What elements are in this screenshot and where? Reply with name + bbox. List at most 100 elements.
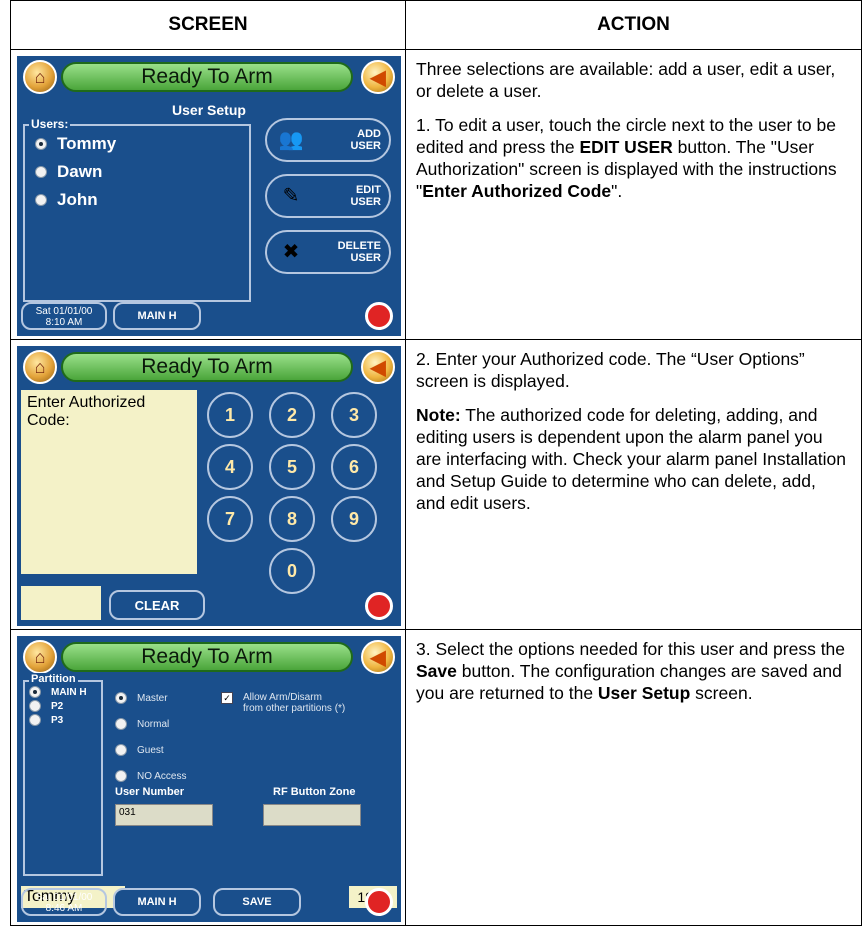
key-9[interactable]: 9 — [331, 496, 377, 542]
button-label-2: USER — [350, 252, 381, 264]
home-icon[interactable]: ⌂ — [23, 350, 57, 384]
clear-button[interactable]: CLEAR — [109, 590, 205, 620]
delete-user-button[interactable]: ✖ DELETE USER — [265, 230, 391, 274]
table-row: ⌂ Ready To Arm ◀ Enter Authorized Code: … — [10, 339, 862, 630]
radio-selected-icon[interactable] — [35, 138, 47, 150]
user-name: John — [57, 190, 98, 209]
button-label-1: EDIT — [355, 184, 381, 196]
back-arrow-icon[interactable]: ◀ — [361, 350, 395, 384]
access-master[interactable]: Master — [115, 692, 168, 704]
edit-user-icon: ✎ — [282, 185, 300, 207]
table-row: ⌂ Ready To Arm ◀ User Setup Users: Tommy… — [10, 49, 862, 340]
key-4[interactable]: 4 — [207, 444, 253, 490]
delete-user-icon: ✖ — [282, 241, 300, 263]
back-arrow-icon[interactable]: ◀ — [361, 640, 395, 674]
radio-icon[interactable] — [29, 714, 41, 726]
add-user-icon: 👥 — [278, 129, 304, 151]
status-banner: Ready To Arm — [61, 352, 353, 382]
top-bar: ⌂ Ready To Arm ◀ — [21, 60, 397, 94]
radio-icon[interactable] — [35, 194, 47, 206]
save-button[interactable]: SAVE — [213, 888, 301, 916]
table-row: ⌂ Ready To Arm ◀ Partition MAIN H P2 P3 … — [10, 629, 862, 926]
partition-button[interactable]: MAIN H — [113, 888, 201, 916]
partition-option[interactable]: P2 — [29, 700, 63, 712]
radio-icon[interactable] — [115, 718, 127, 730]
authorization-screen: ⌂ Ready To Arm ◀ Enter Authorized Code: … — [17, 346, 401, 626]
back-arrow-icon[interactable]: ◀ — [361, 60, 395, 94]
date-time-button[interactable]: Sat 01/01/00 8:10 AM — [21, 302, 107, 330]
partition-option[interactable]: MAIN H — [29, 686, 87, 698]
instruction-table: SCREEN ACTION ⌂ Ready To Arm ◀ User Setu… — [10, 0, 862, 926]
user-setup-screen: ⌂ Ready To Arm ◀ User Setup Users: Tommy… — [17, 56, 401, 336]
action-text: Three selections are available: add a us… — [416, 59, 836, 101]
partition-group: Partition MAIN H P2 P3 — [23, 673, 103, 876]
user-item-john[interactable]: John — [35, 190, 98, 210]
access-normal[interactable]: Normal — [115, 718, 169, 730]
action-text: 2. Enter your Authorized code. The “User… — [416, 349, 805, 391]
action-cell: 2. Enter your Authorized code. The “User… — [405, 339, 862, 630]
user-item-tommy[interactable]: Tommy — [35, 134, 116, 154]
panic-icon[interactable] — [365, 592, 393, 620]
home-icon[interactable]: ⌂ — [23, 640, 57, 674]
rf-button-zone-label: RF Button Zone — [273, 786, 356, 798]
button-label-2: USER — [350, 140, 381, 152]
button-label-1: ADD — [357, 128, 381, 140]
button-label-2: USER — [350, 196, 381, 208]
screen-title: User Setup — [172, 102, 246, 118]
action-cell: Three selections are available: add a us… — [405, 49, 862, 340]
status-banner: Ready To Arm — [61, 62, 353, 92]
action-cell: 3. Select the options needed for this us… — [405, 629, 862, 926]
screen-cell: ⌂ Ready To Arm ◀ Partition MAIN H P2 P3 … — [10, 629, 406, 926]
add-user-button[interactable]: 👥 ADD USER — [265, 118, 391, 162]
key-8[interactable]: 8 — [269, 496, 315, 542]
access-guest[interactable]: Guest — [115, 744, 164, 756]
screen-cell: ⌂ Ready To Arm ◀ Enter Authorized Code: … — [10, 339, 406, 630]
user-number-field[interactable]: 031 — [115, 804, 213, 826]
time-text: 8:46 AM — [45, 903, 83, 914]
user-number-label: User Number — [115, 786, 185, 798]
key-3[interactable]: 3 — [331, 392, 377, 438]
code-entry-field[interactable] — [21, 586, 101, 620]
top-bar: ⌂ Ready To Arm ◀ — [21, 640, 397, 674]
action-text: 1. To edit a user, touch the circle next… — [416, 115, 837, 201]
access-no-access[interactable]: NO Access — [115, 770, 186, 782]
panic-icon[interactable] — [365, 302, 393, 330]
action-text: 3. Select the options needed for this us… — [416, 639, 846, 703]
rf-button-zone-field[interactable] — [263, 804, 361, 826]
radio-icon[interactable] — [29, 700, 41, 712]
checkbox-checked-icon[interactable]: ✓ — [221, 692, 233, 704]
radio-icon[interactable] — [35, 166, 47, 178]
radio-icon[interactable] — [115, 770, 127, 782]
panic-icon[interactable] — [365, 888, 393, 916]
edit-user-button[interactable]: ✎ EDIT USER — [265, 174, 391, 218]
user-name: Tommy — [57, 134, 117, 153]
radio-selected-icon[interactable] — [29, 686, 41, 698]
home-icon[interactable]: ⌂ — [23, 60, 57, 94]
key-0[interactable]: 0 — [269, 548, 315, 594]
key-6[interactable]: 6 — [331, 444, 377, 490]
partition-option[interactable]: P3 — [29, 714, 63, 726]
partition-button[interactable]: MAIN H — [113, 302, 201, 330]
allow-arm-disarm-option[interactable]: ✓ Allow Arm/Disarm from other partitions (… — [221, 692, 345, 714]
instruction-table-page: SCREEN ACTION ⌂ Ready To Arm ◀ User Setu… — [10, 0, 862, 927]
code-prompt: Enter Authorized Code: — [21, 390, 197, 574]
key-5[interactable]: 5 — [269, 444, 315, 490]
key-2[interactable]: 2 — [269, 392, 315, 438]
radio-icon[interactable] — [115, 744, 127, 756]
key-1[interactable]: 1 — [207, 392, 253, 438]
note-text: Note: The authorized code for deleting, … — [416, 405, 846, 513]
date-time-button[interactable]: Sat 01/01/00 8:46 AM — [21, 888, 107, 916]
radio-selected-icon[interactable] — [115, 692, 127, 704]
time-text: 8:10 AM — [45, 317, 83, 328]
table-header-row: SCREEN ACTION — [10, 0, 862, 50]
date-text: Sat 01/01/00 — [35, 306, 93, 317]
header-action: ACTION — [405, 0, 862, 50]
user-options-screen: ⌂ Ready To Arm ◀ Partition MAIN H P2 P3 … — [17, 636, 401, 922]
button-label-1: DELETE — [337, 240, 381, 252]
screen-cell: ⌂ Ready To Arm ◀ User Setup Users: Tommy… — [10, 49, 406, 340]
date-text: Sat 01/01/00 — [35, 892, 93, 903]
key-7[interactable]: 7 — [207, 496, 253, 542]
user-item-dawn[interactable]: Dawn — [35, 162, 102, 182]
user-name: Dawn — [57, 162, 103, 181]
status-banner: Ready To Arm — [61, 642, 353, 672]
